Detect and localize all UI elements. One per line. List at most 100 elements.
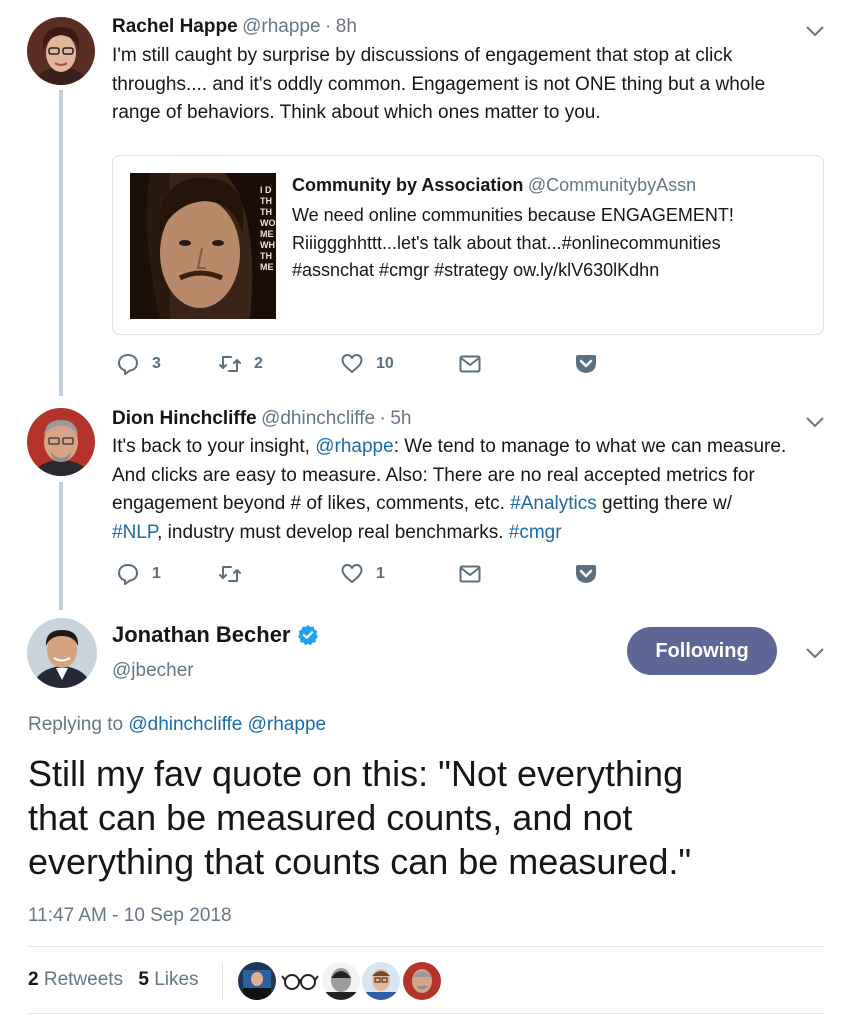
envelope-icon: [459, 355, 481, 373]
tweet-line: I'm still caught by surprise by discussi…: [112, 45, 733, 66]
pocket-icon: [576, 565, 596, 583]
liker-avatar[interactable]: [322, 962, 360, 1000]
liker-avatar[interactable]: [238, 962, 276, 1000]
retweets-stat[interactable]: 2 Retweets: [28, 969, 123, 990]
main-text-line: that can be measured counts, and not: [28, 797, 633, 838]
overlay-line: ME: [260, 229, 274, 239]
retweet-count: 2: [28, 969, 39, 990]
tweet-time[interactable]: 8h: [336, 16, 357, 37]
main-text-line: Still my fav quote on this: "Not everyth…: [28, 753, 684, 794]
quoted-tweet-card[interactable]: I D TH TH WO ME WH TH ME Community by As…: [112, 155, 824, 335]
envelope-icon: [459, 565, 481, 583]
liker-avatar[interactable]: [281, 962, 319, 1000]
replying-label: Replying to: [28, 714, 124, 735]
replying-mentions[interactable]: @dhinchcliffe @rhappe: [128, 714, 326, 735]
quoted-author-name[interactable]: Community by Association: [292, 175, 523, 195]
author-handle[interactable]: @jbecher: [112, 660, 194, 682]
heart-icon: [341, 354, 363, 373]
overlay-line: TH: [260, 207, 272, 217]
main-author: Jonathan Becher: [112, 622, 319, 648]
tweet-line: range of behaviors. Think about which on…: [112, 102, 601, 123]
like-button[interactable]: 10: [340, 352, 458, 376]
author-handle[interactable]: @dhinchcliffe: [261, 408, 375, 429]
quoted-line: #assnchat #cmgr #strategy ow.ly/klV630lK…: [292, 260, 660, 280]
likes-stat[interactable]: 5 Likes: [138, 969, 198, 990]
main-text-line: everything that counts can be measured.": [28, 841, 692, 882]
replying-to: Replying to @dhinchcliffe @rhappe: [28, 714, 326, 736]
tweet-timestamp[interactable]: 11:47 AM - 10 Sep 2018: [28, 905, 232, 927]
reply-icon: [118, 354, 138, 375]
main-tweet-text: Still my fav quote on this: "Not everyth…: [28, 752, 838, 884]
author-handle[interactable]: @rhappe: [242, 16, 320, 37]
hashtag-link[interactable]: #NLP: [112, 522, 157, 543]
tweet-header: Rachel Happe @rhappe · 8h: [112, 16, 357, 38]
tweet-line: And clicks are easy to measure. Also: Th…: [112, 464, 755, 486]
author-name[interactable]: Dion Hinchcliffe: [112, 408, 257, 429]
liker-avatar[interactable]: [403, 962, 441, 1000]
reply-icon: [118, 564, 138, 585]
retweets-label: Retweets: [43, 969, 124, 990]
pocket-icon: [576, 355, 596, 373]
reply-count: 3: [152, 355, 161, 372]
tweet-actions: 1 1: [116, 562, 598, 586]
reply-button[interactable]: 3: [116, 352, 218, 376]
divider: [28, 1013, 824, 1014]
tweet-line: #NLP, industry must develop real benchma…: [112, 519, 842, 548]
divider: [28, 946, 824, 947]
thread-line: [59, 482, 63, 610]
tweet-text: I'm still caught by surprise by discussi…: [112, 42, 832, 128]
text-span: : We tend to manage to what we can measu…: [393, 436, 787, 457]
reply-button[interactable]: 1: [116, 562, 218, 586]
analytics-button[interactable]: [574, 352, 598, 376]
text-span: It's back to your insight,: [112, 436, 316, 457]
tweet-line: throughs.... and it's oddly common. Enga…: [112, 73, 766, 95]
like-count: 1: [376, 565, 385, 582]
dm-button[interactable]: [458, 562, 574, 586]
chevron-down-icon[interactable]: [805, 646, 825, 660]
mention-link[interactable]: @rhappe: [315, 436, 393, 457]
retweet-icon: [219, 566, 241, 582]
text-span: getting there w/: [596, 493, 732, 514]
quoted-line: Riiiggghhttt...let's talk about that...#…: [292, 232, 721, 253]
quoted-header: Community by Association @CommunitybyAss…: [292, 175, 696, 196]
liker-avatar[interactable]: [362, 962, 400, 1000]
stats-separator: [222, 962, 223, 1000]
author-name[interactable]: Rachel Happe: [112, 16, 238, 37]
quoted-line: We need online communities because ENGAG…: [292, 205, 734, 225]
hashtag-link[interactable]: #Analytics: [510, 493, 597, 514]
tweet-header: Dion Hinchcliffe @dhinchcliffe · 5h: [112, 408, 411, 430]
chevron-down-icon[interactable]: [805, 24, 825, 38]
overlay-line: TH: [260, 251, 272, 261]
chevron-down-icon[interactable]: [805, 415, 825, 429]
separator-dot: ·: [379, 408, 386, 429]
avatar-dion[interactable]: [27, 408, 95, 476]
following-button[interactable]: Following: [627, 627, 777, 675]
overlay-line: ME: [260, 262, 274, 272]
hashtag-link[interactable]: #cmgr: [509, 522, 562, 543]
tweet-time[interactable]: 5h: [390, 408, 411, 429]
like-button[interactable]: 1: [340, 562, 458, 586]
like-count: 5: [138, 969, 149, 990]
avatar-jonathan[interactable]: [27, 618, 97, 688]
tweet-line: engagement beyond # of likes, comments, …: [112, 490, 842, 519]
analytics-button[interactable]: [574, 562, 598, 586]
avatar-rachel[interactable]: [27, 17, 95, 85]
image-overlay-text: I D TH TH WO ME WH TH ME: [260, 185, 276, 273]
tweet-text: It's back to your insight, @rhappe: We t…: [112, 433, 842, 547]
quoted-author-handle[interactable]: @CommunitybyAssn: [528, 175, 696, 195]
tweet-line: It's back to your insight, @rhappe: We t…: [112, 433, 842, 462]
engagement-stats: 2 Retweets 5 Likes: [28, 969, 199, 991]
author-name[interactable]: Jonathan Becher: [112, 622, 291, 648]
retweet-count: 2: [254, 355, 263, 372]
dm-button[interactable]: [458, 352, 574, 376]
text-span: , industry must develop real benchmarks.: [157, 521, 509, 543]
tweet-actions: 3 2 10: [116, 352, 598, 376]
text-span: engagement beyond # of likes, comments, …: [112, 493, 511, 514]
quoted-tweet-image[interactable]: I D TH TH WO ME WH TH ME: [130, 173, 276, 319]
retweet-button[interactable]: [218, 562, 340, 586]
separator-dot: ·: [325, 16, 332, 37]
retweet-button[interactable]: 2: [218, 352, 340, 376]
retweet-icon: [219, 356, 241, 372]
overlay-line: TH: [260, 196, 272, 206]
like-count: 10: [376, 355, 394, 372]
